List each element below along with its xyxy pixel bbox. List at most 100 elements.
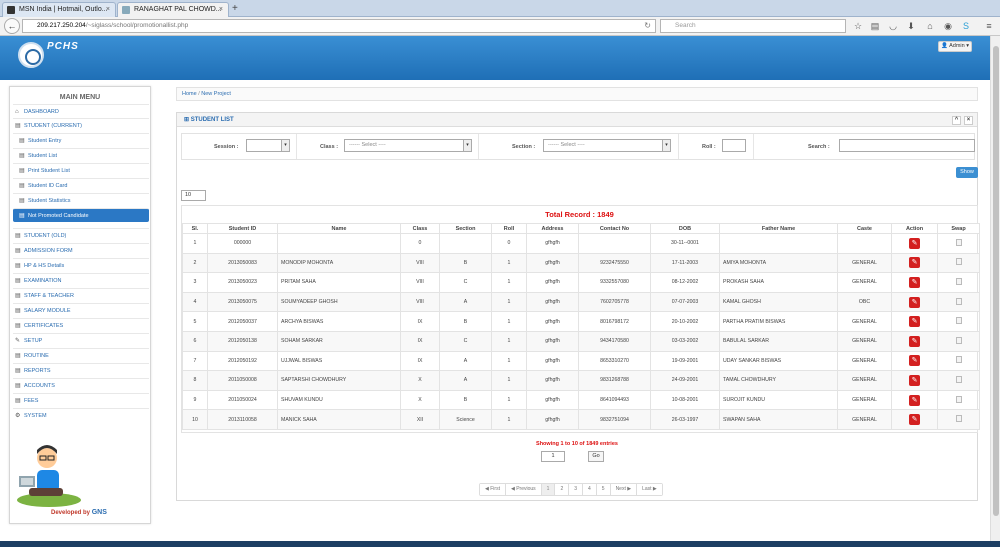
edit-icon[interactable]: ✎	[909, 374, 920, 386]
show-button[interactable]: Show	[956, 167, 978, 178]
app-header	[0, 36, 990, 80]
sidebar-item-salary-module[interactable]: ▤ SALARY MODULE	[13, 303, 149, 317]
sidebar-item-staff-teacher[interactable]: ▤ STAFF & TEACHER	[13, 288, 149, 302]
page-link-4[interactable]: 4	[583, 484, 597, 495]
sidebar-item-routine[interactable]: ▤ ROUTINE	[13, 348, 149, 362]
address-bar[interactable]: 209.217.250.204/~siglass/school/promotio…	[22, 19, 656, 33]
table-cell: 1	[491, 409, 527, 430]
edit-icon[interactable]: ✎	[909, 296, 920, 308]
scrollbar-thumb[interactable]	[993, 46, 999, 516]
class-select[interactable]: ------ Select ---- ▾	[344, 139, 472, 152]
page-link-last[interactable]: Last ▶	[637, 484, 662, 495]
table-cell: SWAPAN SAHA	[719, 409, 838, 430]
edit-icon[interactable]: ✎	[909, 257, 920, 269]
download-icon[interactable]: ⬇	[905, 20, 917, 32]
sidebar-item-student-id-card[interactable]: ▤ Student ID Card	[13, 178, 149, 192]
breadcrumb-home-link[interactable]: Home	[182, 91, 197, 97]
swap-document-icon[interactable]	[955, 317, 962, 325]
section-select[interactable]: ------ Select ---- ▾	[543, 139, 671, 152]
browser-search-input[interactable]: Search	[660, 19, 846, 33]
swap-document-icon[interactable]	[955, 238, 962, 246]
browser-tab-msn[interactable]: MSN India | Hotmail, Outlo... ×	[2, 2, 116, 17]
edit-icon[interactable]: ✎	[909, 335, 920, 347]
page-link-5[interactable]: 5	[596, 484, 611, 495]
session-select[interactable]: ▾	[246, 139, 290, 152]
sidebar-item-student-old[interactable]: ▤ STUDENT (OLD)	[13, 228, 149, 242]
sidebar-item-examination[interactable]: ▤ EXAMINATION	[13, 273, 149, 287]
swap-document-icon[interactable]	[955, 395, 962, 403]
sidebar-item-reports[interactable]: ▤ REPORTS	[13, 363, 149, 377]
sidebar-item-setup[interactable]: ✎ SETUP	[13, 333, 149, 347]
page-link-1[interactable]: 1	[541, 484, 556, 495]
sidebar-item-admission-form[interactable]: ▤ ADMISSION FORM	[13, 243, 149, 257]
page-link-first[interactable]: ◀ First	[480, 484, 506, 495]
sidebar-item-accounts[interactable]: ▤ ACCOUNTS	[13, 378, 149, 392]
swap-document-icon[interactable]	[955, 277, 962, 285]
swap-document-icon[interactable]	[955, 356, 962, 364]
edit-icon[interactable]: ✎	[909, 276, 920, 288]
sidebar-item-student-current[interactable]: ▤ STUDENT (CURRENT)	[13, 118, 149, 132]
sidebar-item-not-promoted-candidate[interactable]: ▤ Not Promoted Candidate	[13, 208, 149, 222]
page-link-3[interactable]: 3	[569, 484, 583, 495]
swap-document-icon[interactable]	[955, 415, 962, 423]
sidebar-item-system[interactable]: ⚙ SYSTEM	[13, 408, 149, 422]
page-scrollbar[interactable]	[990, 36, 1000, 541]
close-tab-icon[interactable]: ×	[219, 3, 223, 17]
swap-document-icon[interactable]	[955, 336, 962, 344]
roll-label: Roll :	[702, 144, 716, 150]
sidebar-item-student-entry[interactable]: ▤ Student Entry	[13, 133, 149, 147]
reading-list-icon[interactable]: ▤	[869, 20, 881, 32]
close-panel-icon[interactable]: ×	[964, 116, 973, 125]
search-input[interactable]	[839, 139, 975, 152]
browser-tab-school[interactable]: RANAGHAT PAL CHOWD... ×	[117, 2, 229, 17]
list-icon: ▤	[19, 198, 25, 204]
chevron-down-icon: ▾	[463, 140, 471, 151]
roll-input[interactable]	[722, 139, 746, 152]
page-number-input[interactable]: 1	[541, 451, 565, 462]
menu-icon[interactable]: ≡	[983, 20, 995, 32]
table-cell: 8	[182, 370, 208, 391]
edit-icon[interactable]: ✎	[909, 316, 920, 328]
table-cell: 2011050024	[207, 389, 278, 411]
sidebar-item-student-statistics[interactable]: ▤ Student Statistics	[13, 193, 149, 207]
skype-icon[interactable]: S	[960, 20, 972, 32]
table-cell: gfhgfh	[526, 252, 579, 274]
table-cell: B	[439, 252, 492, 274]
search-label: Search :	[808, 144, 830, 150]
table-cell: gfhgfh	[526, 409, 579, 430]
sidebar-item-dashboard[interactable]: ⌂ DASHBOARD	[13, 104, 149, 118]
pocket-icon[interactable]: ◡	[887, 20, 899, 32]
page-link-label: 1	[546, 486, 550, 492]
edit-icon[interactable]: ✎	[909, 355, 920, 367]
swap-document-icon[interactable]	[955, 375, 962, 383]
reload-icon[interactable]: ↻	[644, 20, 651, 32]
sidebar-item-student-list[interactable]: ▤ Student List	[13, 148, 149, 162]
sidebar-item-label: STUDENT (CURRENT)	[24, 123, 82, 129]
page-link-next[interactable]: Next ▶	[610, 484, 638, 495]
table-cell: 2013110058	[207, 409, 278, 430]
swap-document-icon[interactable]	[955, 297, 962, 305]
chat-icon[interactable]: ◉	[942, 20, 954, 32]
per-page-input[interactable]: 10	[181, 190, 206, 201]
edit-icon[interactable]: ✎	[909, 394, 920, 406]
back-arrow-icon[interactable]: ←	[4, 18, 20, 34]
new-tab-icon[interactable]: +	[232, 3, 238, 14]
swap-document-icon[interactable]	[955, 258, 962, 266]
sidebar-item-hp-hs-details[interactable]: ▤ HP & HS Details	[13, 258, 149, 272]
page-link-2[interactable]: 2	[555, 484, 570, 495]
sidebar-item-certificates[interactable]: ▤ CERTIFICATES	[13, 318, 149, 332]
action-cell: ✎	[891, 389, 938, 411]
sidebar-item-print-student-list[interactable]: ▤ Print Student List	[13, 163, 149, 177]
collapse-chevron-up-icon[interactable]: ^	[952, 116, 961, 125]
sidebar-item-fees[interactable]: ▤ FEES	[13, 393, 149, 407]
admin-dropdown-button[interactable]: 👤 Admin ▾	[938, 41, 972, 52]
table-cell: 2013050023	[207, 272, 278, 293]
bookmark-star-icon[interactable]: ☆	[852, 20, 864, 32]
page-link-previous[interactable]: ◀ Previous	[505, 484, 542, 495]
edit-icon[interactable]: ✎	[909, 237, 920, 249]
home-icon[interactable]: ⌂	[924, 20, 936, 32]
close-tab-icon[interactable]: ×	[106, 3, 110, 17]
go-button[interactable]: Go	[588, 451, 604, 462]
breadcrumb-current-link[interactable]: New Project	[201, 91, 231, 97]
edit-icon[interactable]: ✎	[909, 414, 920, 426]
